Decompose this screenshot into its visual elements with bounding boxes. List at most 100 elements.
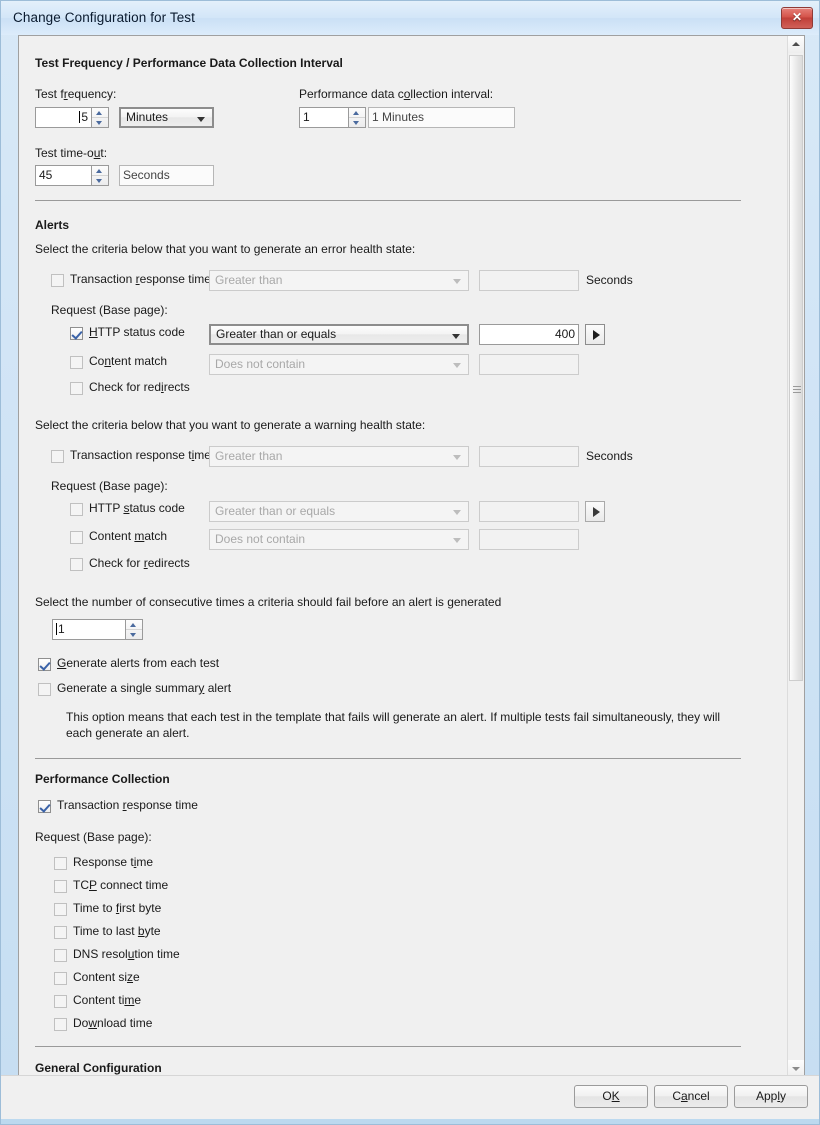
change-configuration-dialog: Change Configuration for Test ✕ Test Fre… [0,0,820,1125]
chevron-down-icon [197,117,205,122]
warning-transaction-response-time-value[interactable] [479,446,579,467]
window-title: Change Configuration for Test [13,10,196,25]
warning-transaction-response-time-checkbox[interactable] [51,450,64,463]
scroll-up-button[interactable] [788,36,804,53]
test-timeout-unit-display: Seconds [119,165,214,186]
perf-metric-time-to-last-byte-checkbox[interactable] [54,926,67,939]
error-http-status-code-value[interactable]: 400 [479,324,579,345]
perf-transaction-response-time-checkbox[interactable] [38,800,51,813]
spinner-up-icon[interactable] [126,620,142,630]
chevron-down-icon [453,455,461,460]
test-frequency-value: 5 [81,110,88,124]
vertical-scrollbar[interactable] [787,36,804,1077]
perf-metric-content-size-checkbox[interactable] [54,972,67,985]
close-button[interactable]: ✕ [781,7,813,29]
error-check-for-redirects-label: Check for redirects [89,380,190,394]
close-icon: ✕ [791,10,803,24]
perf-interval-input[interactable]: 1 [299,107,349,128]
perf-interval-label: Performance data collection interval: [299,87,494,101]
chevron-down-icon [453,538,461,543]
error-transaction-response-time-value[interactable] [479,270,579,291]
perf-transaction-response-time-label: Transaction response time [57,798,198,812]
spinner-down-icon[interactable] [349,118,365,128]
perf-metric-tcp-connect-time-label: TCP connect time [73,878,169,892]
test-frequency-spinner[interactable] [92,107,109,128]
scrollbar-thumb[interactable] [789,55,803,681]
warning-http-status-code-checkbox[interactable] [70,503,83,516]
section-heading-general-configuration: General Configuration [35,1061,162,1075]
warning-http-status-code-label: HTTP status code [89,501,185,515]
operator-value: Does not contain [215,357,306,371]
spinner-up-icon[interactable] [349,108,365,118]
settings-scroll-panel: Test Frequency / Performance Data Collec… [18,35,805,1078]
warning-content-match-value[interactable] [479,529,579,550]
spinner-down-icon[interactable] [92,176,108,186]
error-content-match-checkbox[interactable] [70,356,83,369]
test-timeout-input[interactable]: 45 [35,165,92,186]
cancel-button[interactable]: Cancel [654,1085,728,1108]
perf-metric-content-time-checkbox[interactable] [54,995,67,1008]
caret-up-icon [792,42,800,46]
warning-check-for-redirects-label: Check for redirects [89,556,190,570]
generate-summary-alert-label: Generate a single summary alert [57,681,232,695]
spinner-up-icon[interactable] [92,166,108,176]
test-timeout-value: 45 [39,168,53,182]
section-heading-test-frequency: Test Frequency / Performance Data Collec… [35,56,343,70]
perf-metric-dns-resolution-time-checkbox[interactable] [54,949,67,962]
generate-alerts-each-test-checkbox[interactable] [38,658,51,671]
divider [35,1046,741,1047]
error-transaction-response-time-checkbox[interactable] [51,274,64,287]
perf-metric-dns-resolution-time-label: DNS resolution time [73,947,180,961]
title-bar: Change Configuration for Test ✕ [1,1,819,35]
perf-metric-response-time-checkbox[interactable] [54,857,67,870]
perf-metric-time-to-first-byte-checkbox[interactable] [54,903,67,916]
consecutive-failures-spinner[interactable] [126,619,143,640]
error-http-status-code-checkbox[interactable] [70,327,83,340]
spinner-down-icon[interactable] [92,118,108,128]
warning-transaction-response-time-label: Transaction response time [70,448,211,462]
error-transaction-response-time-operator[interactable]: Greater than [209,270,469,291]
perf-metric-tcp-connect-time-checkbox[interactable] [54,880,67,893]
operator-value: Does not contain [215,532,306,546]
test-frequency-unit-combo[interactable]: Minutes [119,107,214,128]
perf-metric-time-to-last-byte-label: Time to last byte [73,924,161,938]
consecutive-failures-input[interactable]: 1 [52,619,126,640]
section-heading-performance-collection: Performance Collection [35,772,170,786]
error-http-status-code-operator[interactable]: Greater than or equals [209,324,469,345]
generate-summary-alert-checkbox[interactable] [38,683,51,696]
generate-alerts-each-test-label: Generate alerts from each test [57,656,220,670]
error-content-match-operator[interactable]: Does not contain [209,354,469,375]
window-bottom-edge [1,1119,819,1124]
warning-content-match-checkbox[interactable] [70,531,83,544]
error-http-status-code-expand-button[interactable] [585,324,605,345]
caret-down-icon [792,1067,800,1071]
settings-content: Test Frequency / Performance Data Collec… [19,36,788,1077]
divider [35,758,741,759]
warning-criteria-intro: Select the criteria below that you want … [35,418,426,432]
error-check-for-redirects-checkbox[interactable] [70,382,83,395]
spinner-down-icon[interactable] [126,630,142,640]
warning-http-status-code-operator[interactable]: Greater than or equals [209,501,469,522]
ok-button[interactable]: OK [574,1085,648,1108]
play-arrow-icon [593,330,600,340]
error-criteria-intro: Select the criteria below that you want … [35,242,416,256]
apply-button[interactable]: Apply [734,1085,808,1108]
warning-content-match-label: Content match [89,529,168,543]
warning-transaction-response-time-operator[interactable]: Greater than [209,446,469,467]
warning-http-status-code-expand-button[interactable] [585,501,605,522]
divider [35,200,741,201]
test-timeout-spinner[interactable] [92,165,109,186]
warning-check-for-redirects-checkbox[interactable] [70,558,83,571]
warning-http-status-code-value[interactable] [479,501,579,522]
perf-metric-download-time-checkbox[interactable] [54,1018,67,1031]
perf-interval-spinner[interactable] [349,107,366,128]
spinner-up-icon[interactable] [92,108,108,118]
error-content-match-label: Content match [89,354,168,368]
operator-value: Greater than or equals [215,504,336,518]
chevron-down-icon [453,510,461,515]
warning-content-match-operator[interactable]: Does not contain [209,529,469,550]
consecutive-failures-label: Select the number of consecutive times a… [35,595,502,609]
test-frequency-input[interactable]: 5 [35,107,92,128]
error-content-match-value[interactable] [479,354,579,375]
operator-value: Greater than [215,449,283,463]
